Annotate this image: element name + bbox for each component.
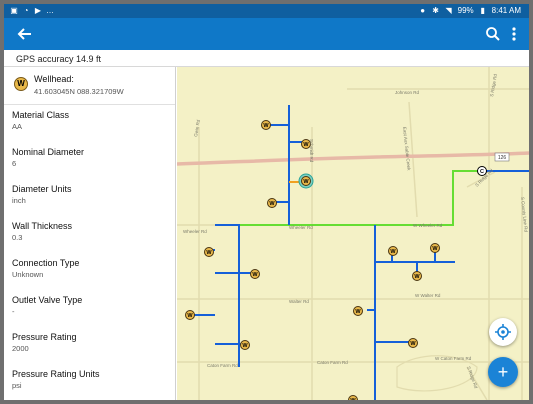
svg-text:W: W xyxy=(252,272,258,278)
device-screen: ▣ ◔ ▶ … ● ✱ ◥ 99% ▮ 8:41 AM GPS accuracy… xyxy=(4,4,529,400)
more-options-button[interactable] xyxy=(504,23,524,45)
attribute-row: Outlet Valve Type - xyxy=(4,290,175,327)
attribute-row: Diameter Units inch xyxy=(4,179,175,216)
svg-text:W: W xyxy=(303,142,309,148)
status-overflow: … xyxy=(46,6,54,15)
app-bar xyxy=(4,18,529,50)
map-canvas[interactable]: W W W W W W W W W W W W W W C 126 xyxy=(177,67,529,400)
add-feature-button[interactable]: + xyxy=(488,357,518,387)
subdivision-streets xyxy=(396,355,478,392)
attribute-value: - xyxy=(12,307,15,316)
gps-accuracy-text: GPS accuracy 14.9 ft xyxy=(16,54,102,64)
attribute-value: 0.3 xyxy=(12,233,23,242)
attribute-label: Pressure Rating Units xyxy=(12,369,100,379)
locate-button[interactable] xyxy=(489,318,517,346)
water-pipes[interactable] xyxy=(189,105,529,400)
svg-text:Caton Farm Rd: Caton Farm Rd xyxy=(207,363,238,368)
svg-text:East Aux Sable Creek: East Aux Sable Creek xyxy=(402,127,412,172)
attribute-label: Diameter Units xyxy=(12,184,72,194)
svg-text:W: W xyxy=(269,201,275,207)
svg-text:W Wheeler Rd: W Wheeler Rd xyxy=(413,223,443,228)
more-vert-icon xyxy=(512,27,516,41)
svg-text:Schmidt Rd: Schmidt Rd xyxy=(309,139,314,163)
attribute-label: Nominal Diameter xyxy=(12,147,85,157)
route-shield-label: 126 xyxy=(498,155,507,161)
bluetooth-icon: ✱ xyxy=(432,5,439,15)
feature-coordinates: 41.603045N 088.321709W xyxy=(34,87,124,96)
svg-text:W: W xyxy=(355,309,361,315)
svg-text:Wheeler Rd: Wheeler Rd xyxy=(183,229,207,234)
attribute-row: Wall Thickness 0.3 xyxy=(4,216,175,253)
svg-text:W: W xyxy=(206,250,212,256)
status-right: ● ✱ ◥ 99% ▮ 8:41 AM xyxy=(419,6,521,15)
attribute-value: AA xyxy=(12,122,23,131)
pipe-green[interactable] xyxy=(239,170,482,226)
svg-text:W: W xyxy=(303,179,309,185)
back-button[interactable] xyxy=(14,23,36,45)
svg-text:Johnson Rd: Johnson Rd xyxy=(395,90,420,95)
svg-text:S Ridge Rd: S Ridge Rd xyxy=(489,73,498,97)
svg-text:W: W xyxy=(390,249,396,255)
attribute-label: Connection Type xyxy=(12,258,80,268)
arrow-left-icon xyxy=(17,28,31,40)
battery-icon: ▮ xyxy=(480,5,485,15)
road-labels: Wheeler Rd Wheeler Rd W Wheeler Rd Walte… xyxy=(183,73,529,389)
image-icon: ▣ xyxy=(10,5,18,15)
svg-text:W: W xyxy=(263,123,269,129)
gps-accuracy-bar: GPS accuracy 14.9 ft xyxy=(4,50,529,67)
play-store-icon: ▶ xyxy=(34,5,42,15)
svg-text:Wheeler Rd: Wheeler Rd xyxy=(289,225,313,230)
svg-text:W Caton Farm Rd: W Caton Farm Rd xyxy=(435,356,472,361)
svg-text:Gwin Rd: Gwin Rd xyxy=(193,119,201,137)
wellhead-icon: W xyxy=(14,77,28,91)
search-button[interactable] xyxy=(482,23,504,45)
svg-text:W Walter Rd: W Walter Rd xyxy=(415,293,441,298)
svg-text:W: W xyxy=(187,313,193,319)
attribute-row: Nominal Diameter 6 xyxy=(4,142,175,179)
attribute-row: Connection Type Unknown xyxy=(4,253,175,290)
svg-text:Caton Farm Rd: Caton Farm Rd xyxy=(317,360,348,365)
svg-text:W: W xyxy=(432,246,438,252)
feature-header: W Wellhead: 41.603045N 088.321709W xyxy=(4,67,175,105)
svg-text:W: W xyxy=(350,398,356,400)
attribute-label: Wall Thickness xyxy=(12,221,73,231)
route-126 xyxy=(177,151,529,166)
attribute-value: Unknown xyxy=(12,270,44,279)
wifi-icon: ◥ xyxy=(445,5,452,15)
status-left: ▣ ◔ ▶ … xyxy=(10,6,54,15)
attribute-label: Outlet Valve Type xyxy=(12,295,83,305)
attribute-row: Pressure Rating Units psi xyxy=(4,364,175,400)
attribute-label: Pressure Rating xyxy=(12,332,77,342)
attribute-value: 2000 xyxy=(12,344,29,353)
attribute-value: psi xyxy=(12,381,22,390)
search-icon xyxy=(486,27,500,41)
map-view[interactable]: W W W W W W W W W W W W W W C 126 xyxy=(177,67,529,400)
locate-icon xyxy=(495,324,511,340)
status-bar: ▣ ◔ ▶ … ● ✱ ◥ 99% ▮ 8:41 AM xyxy=(4,4,529,18)
attribute-label: Material Class xyxy=(12,110,70,120)
svg-text:W: W xyxy=(242,343,248,349)
attribute-row: Pressure Rating 2000 xyxy=(4,327,175,364)
feature-attributes-panel[interactable]: W Wellhead: 41.603045N 088.321709W Mater… xyxy=(4,67,176,400)
status-time: 8:41 AM xyxy=(491,6,521,15)
location-icon: ● xyxy=(420,5,426,15)
svg-text:W: W xyxy=(414,274,420,280)
feature-title: Wellhead: xyxy=(34,74,74,84)
minor-roads xyxy=(177,67,529,400)
attribute-value: 6 xyxy=(12,159,17,168)
cast-icon: ◔ xyxy=(23,5,29,15)
svg-text:W: W xyxy=(410,341,416,347)
attribute-value: inch xyxy=(12,196,26,205)
svg-text:Walter Rd: Walter Rd xyxy=(289,299,309,304)
battery-level: 99% xyxy=(457,6,474,15)
attribute-row: Material Class AA xyxy=(4,105,175,142)
